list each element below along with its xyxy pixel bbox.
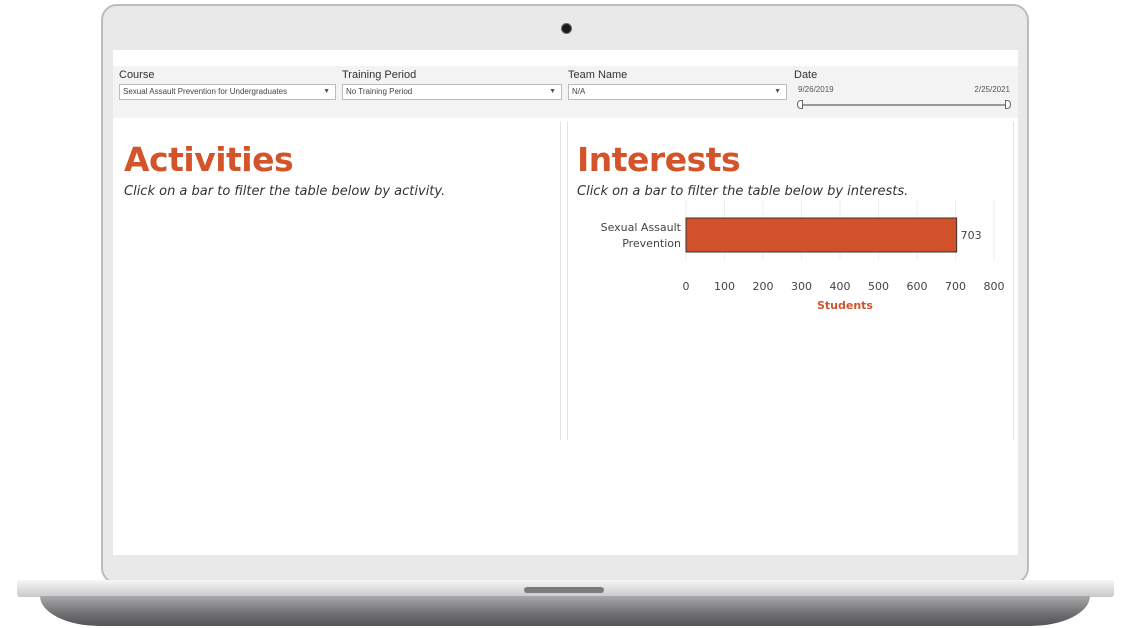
interests-subtitle: Click on a bar to filter the table below… (577, 184, 909, 199)
team-name-filter-label: Team Name (568, 69, 628, 81)
date-range-slider[interactable] (797, 100, 1011, 110)
x-tick-label: 800 (984, 280, 1005, 293)
activities-title: Activities (124, 140, 294, 179)
course-filter-label: Course (119, 69, 155, 81)
team-name-select[interactable]: N/A ▼ (568, 84, 787, 100)
x-tick-label: 500 (868, 280, 889, 293)
laptop-base-bottom (40, 596, 1090, 626)
team-name-select-value: N/A (572, 87, 586, 96)
chevron-down-icon: ▼ (774, 88, 781, 95)
x-axis-title: Students (817, 299, 873, 312)
training-period-select-value: No Training Period (346, 87, 413, 96)
webcam-icon (561, 23, 572, 34)
x-tick-label: 0 (683, 280, 690, 293)
slider-track (801, 104, 1007, 106)
date-range-values: 9/26/2019 2/25/2021 (794, 85, 1010, 97)
category-label: Sexual Assault (601, 221, 682, 234)
course-select[interactable]: Sexual Assault Prevention for Undergradu… (119, 84, 336, 100)
activities-panel: Activities Click on a bar to filter the … (115, 122, 561, 440)
x-tick-label: 600 (907, 280, 928, 293)
date-filter: Date 9/26/2019 2/25/2021 (794, 68, 1011, 110)
chevron-down-icon: ▼ (549, 88, 556, 95)
slider-end-handle[interactable] (1005, 100, 1011, 109)
training-period-filter-label: Training Period (342, 69, 417, 81)
team-name-filter: Team Name N/A ▼ (568, 68, 787, 100)
training-period-select[interactable]: No Training Period ▼ (342, 84, 562, 100)
training-period-filter: Training Period No Training Period ▼ (342, 68, 562, 100)
date-start: 9/26/2019 (798, 85, 834, 94)
x-tick-label: 400 (830, 280, 851, 293)
date-end: 2/25/2021 (974, 85, 1010, 94)
x-tick-label: 700 (945, 280, 966, 293)
activities-subtitle: Click on a bar to filter the table below… (124, 184, 446, 199)
bar[interactable] (685, 217, 958, 253)
course-filter: Course Sexual Assault Prevention for Und… (119, 68, 336, 100)
interests-title: Interests (577, 140, 741, 179)
laptop-notch (524, 587, 604, 593)
dashboard-screen: Course Sexual Assault Prevention for Und… (113, 50, 1018, 555)
interests-bar-chart: 703 Sexual Assault Prevention 0 100 200 300 400… (601, 200, 1005, 312)
course-select-value: Sexual Assault Prevention for Undergradu… (123, 87, 288, 96)
x-tick-label: 300 (791, 280, 812, 293)
date-filter-label: Date (794, 69, 818, 81)
x-tick-label: 100 (714, 280, 735, 293)
filter-bar: Course Sexual Assault Prevention for Und… (113, 66, 1018, 118)
x-tick-label: 200 (753, 280, 774, 293)
slider-start-handle[interactable] (797, 100, 803, 109)
chevron-down-icon: ▼ (323, 88, 330, 95)
bar-data-label: 703 (961, 229, 982, 242)
category-label: Prevention (622, 237, 681, 250)
interests-panel: Interests Click on a bar to filter the t… (567, 122, 1014, 440)
